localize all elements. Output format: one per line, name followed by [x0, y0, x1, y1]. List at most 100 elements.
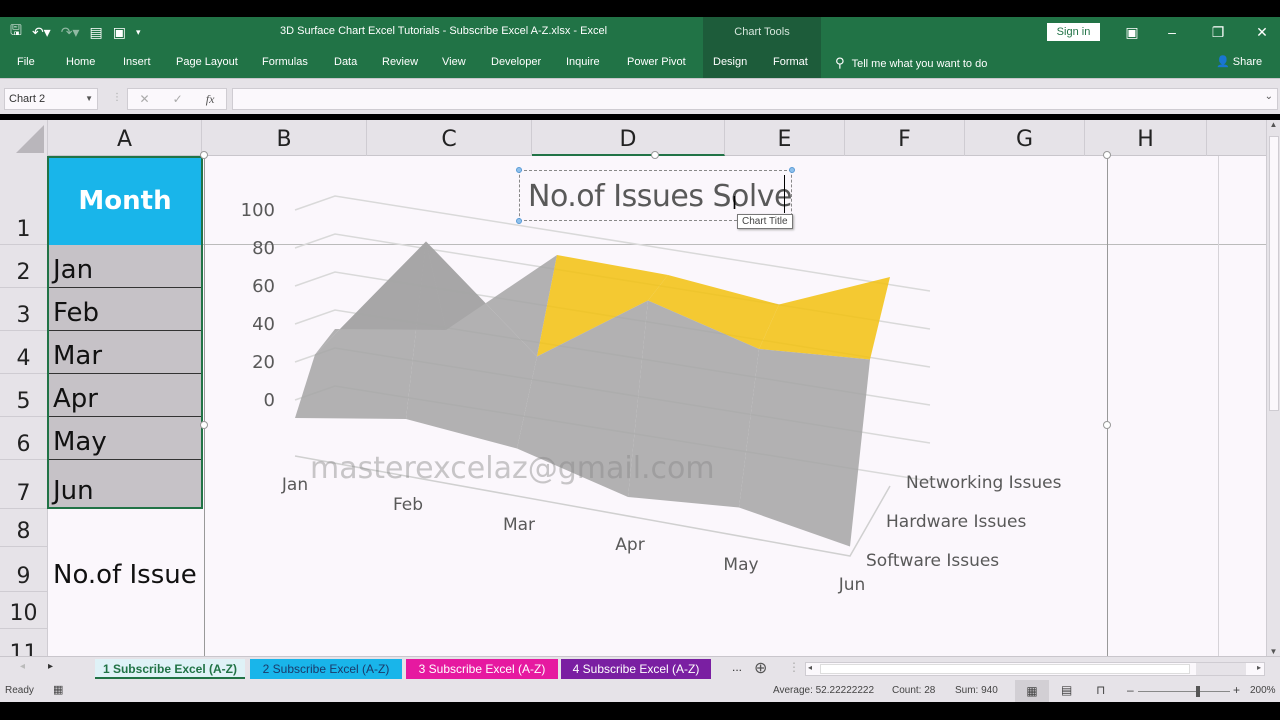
vertical-scrollbar[interactable]: ▲ ▼: [1266, 120, 1280, 656]
formula-buttons: ✕ ✓ fx: [127, 88, 227, 110]
scroll-left-icon[interactable]: ◂: [808, 663, 812, 672]
formula-input[interactable]: ⌄: [232, 88, 1278, 110]
ribbon-display-options-icon[interactable]: ▣: [1112, 17, 1152, 47]
sheet-tab-4[interactable]: 4 Subscribe Excel (A-Z): [561, 659, 711, 679]
row-header-1[interactable]: 1: [0, 156, 48, 245]
customize-qat-icon[interactable]: ▾: [136, 27, 141, 38]
tab-page-layout[interactable]: Page Layout: [176, 47, 238, 78]
formula-bar-grip[interactable]: ⋮: [112, 92, 122, 103]
cell-a1[interactable]: Month: [48, 157, 202, 245]
scroll-right-icon[interactable]: ▸: [1257, 663, 1261, 672]
cell-a4[interactable]: Mar: [48, 331, 202, 374]
minimize-icon[interactable]: –: [1152, 17, 1192, 47]
status-average[interactable]: Average: 52.22222222: [773, 685, 874, 696]
prev-sheet-icon[interactable]: ◂: [20, 661, 25, 672]
row-header-4[interactable]: 4: [0, 331, 48, 374]
cancel-icon[interactable]: ✕: [140, 92, 150, 106]
tab-home[interactable]: Home: [66, 47, 95, 78]
row-header-2[interactable]: 2: [0, 245, 48, 288]
zoom-out-icon[interactable]: –: [1127, 683, 1134, 697]
redo-icon[interactable]: ↷▾: [61, 24, 80, 41]
close-icon[interactable]: ✕: [1242, 17, 1280, 47]
row-header-9[interactable]: 9: [0, 547, 48, 592]
row-header-8[interactable]: 8: [0, 509, 48, 547]
expand-formula-bar-icon[interactable]: ⌄: [1265, 91, 1273, 102]
name-box[interactable]: Chart 2 ▼: [4, 88, 98, 110]
x-tick-label: Apr: [615, 535, 644, 555]
surface-chart-plot[interactable]: 0 20 40 60 80 100 Jan Feb Mar Apr May JunSoftware I…: [205, 156, 1109, 656]
zoom-slider[interactable]: [1138, 686, 1230, 697]
cell-a9[interactable]: No.of Issue: [48, 547, 202, 592]
column-header-b[interactable]: B: [202, 120, 367, 156]
row-header-7[interactable]: 7: [0, 460, 48, 509]
next-sheet-icon[interactable]: ▸: [48, 661, 53, 672]
cell-a3[interactable]: Feb: [48, 288, 202, 331]
sign-in-button[interactable]: Sign in: [1047, 23, 1100, 41]
insert-function-icon[interactable]: fx: [206, 92, 215, 107]
form-icon[interactable]: ▤: [89, 24, 102, 41]
enter-icon[interactable]: ✓: [173, 92, 183, 106]
tab-view[interactable]: View: [442, 47, 466, 78]
print-preview-icon[interactable]: ▣: [113, 24, 126, 41]
page-break-preview-icon[interactable]: ⊓: [1096, 683, 1105, 697]
macro-recording-icon[interactable]: ▦: [53, 683, 63, 696]
status-sum[interactable]: Sum: 940: [955, 685, 998, 696]
cell-a5[interactable]: Apr: [48, 374, 202, 417]
share-button[interactable]: 👤 Share: [1216, 47, 1262, 78]
sheet-tab-2[interactable]: 2 Subscribe Excel (A-Z): [250, 659, 402, 679]
tab-file[interactable]: File: [17, 47, 35, 78]
column-header-f[interactable]: F: [845, 120, 965, 156]
cell-a6[interactable]: May: [48, 417, 202, 460]
row-header-6[interactable]: 6: [0, 417, 48, 460]
column-header-g[interactable]: G: [965, 120, 1085, 156]
column-header-d[interactable]: D: [532, 120, 725, 156]
zoom-in-icon[interactable]: +: [1233, 683, 1240, 697]
row-header-11[interactable]: 11: [0, 629, 48, 656]
status-bar: Ready ▦ Average: 52.22222222 Count: 28 S…: [0, 680, 1280, 702]
tab-power-pivot[interactable]: Power Pivot: [627, 47, 686, 78]
x-tick-label: Feb: [393, 495, 423, 515]
cell-a2[interactable]: Jan: [48, 245, 202, 288]
tab-insert[interactable]: Insert: [123, 47, 151, 78]
formula-bar: Chart 2 ▼ ⋮ ✕ ✓ fx ⌄: [0, 86, 1280, 114]
restore-icon[interactable]: ❐: [1198, 17, 1238, 47]
row-header-5[interactable]: 5: [0, 374, 48, 417]
select-all-button[interactable]: [0, 120, 48, 156]
sheet-tab-1[interactable]: 1 Subscribe Excel (A-Z): [95, 659, 245, 679]
scroll-up-icon[interactable]: ▲: [1267, 120, 1280, 129]
save-icon[interactable]: 🖫: [10, 20, 22, 44]
page-layout-view-icon[interactable]: ▤: [1061, 683, 1072, 697]
column-header-a[interactable]: A: [48, 120, 202, 156]
add-sheet-icon[interactable]: ⊕: [754, 658, 767, 678]
chart-area[interactable]: No.of Issues Solve I Chart Title 0 20 40 60…: [200, 151, 1111, 656]
cell-a7[interactable]: Jun: [48, 460, 202, 509]
column-header-e[interactable]: E: [725, 120, 845, 156]
tab-split-grip[interactable]: ⋮: [788, 660, 800, 674]
more-sheets[interactable]: ...: [732, 660, 742, 674]
horizontal-scrollbar[interactable]: ◂ ▸: [805, 662, 1265, 676]
status-count[interactable]: Count: 28: [892, 685, 935, 696]
tab-inquire[interactable]: Inquire: [566, 47, 600, 78]
column-header-c[interactable]: C: [367, 120, 532, 156]
vertical-scroll-thumb[interactable]: [1269, 136, 1279, 411]
row-header-10[interactable]: 10: [0, 592, 48, 629]
undo-icon[interactable]: ↶▾: [32, 24, 51, 41]
tab-design[interactable]: Design: [713, 47, 747, 78]
worksheet-grid[interactable]: A B C D E F G H 1 2 3 4 5 6 7 8 9 10 11 …: [0, 120, 1280, 656]
tab-format[interactable]: Format: [773, 47, 808, 78]
normal-view-icon[interactable]: ▦: [1015, 680, 1049, 702]
chevron-down-icon[interactable]: ▼: [85, 89, 93, 109]
tab-developer[interactable]: Developer: [491, 47, 541, 78]
scroll-down-icon[interactable]: ▼: [1267, 647, 1280, 656]
column-header-h[interactable]: H: [1085, 120, 1207, 156]
tab-review[interactable]: Review: [382, 47, 418, 78]
tell-me-search[interactable]: ⚲ Tell me what you want to do: [835, 47, 987, 78]
horizontal-scroll-thumb[interactable]: [820, 664, 1190, 674]
tab-formulas[interactable]: Formulas: [262, 47, 308, 78]
sheet-tab-3[interactable]: 3 Subscribe Excel (A-Z): [406, 659, 558, 679]
zoom-level[interactable]: 200%: [1250, 685, 1276, 696]
tab-data[interactable]: Data: [334, 47, 357, 78]
zoom-slider-thumb[interactable]: [1196, 686, 1200, 697]
row-header-3[interactable]: 3: [0, 288, 48, 331]
ribbon-collapsed-body: [0, 78, 1280, 86]
